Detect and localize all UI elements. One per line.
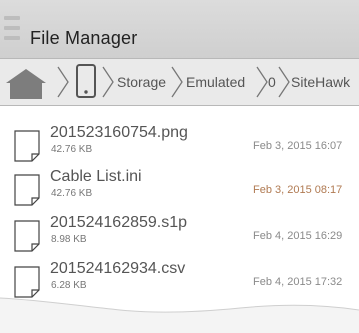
file-size: 8.98 KB [51, 234, 87, 245]
file-icon [14, 266, 40, 298]
file-manager-screen: File Manager Storage Emulated 0 SiteHawk [0, 0, 359, 333]
breadcrumb-item-storage[interactable]: Storage [117, 74, 166, 90]
file-icon [14, 220, 40, 252]
hamburger-menu-icon[interactable] [4, 16, 20, 46]
file-date: Feb 3, 2015 16:07 [253, 140, 343, 152]
phone-icon[interactable] [76, 64, 96, 98]
file-size: 6.28 KB [51, 280, 87, 291]
breadcrumb-item-emulated[interactable]: Emulated [186, 74, 245, 90]
chevron-separator-icon [256, 66, 268, 98]
file-name: 201524162859.s1p [50, 214, 188, 231]
file-name: 201524162934.csv [50, 260, 186, 277]
file-date: Feb 3, 2015 08:17 [253, 184, 343, 196]
breadcrumb-item-0[interactable]: 0 [268, 74, 276, 90]
title-bar: File Manager [0, 0, 359, 58]
chevron-separator-icon [278, 66, 290, 98]
chevron-separator-icon [171, 66, 183, 98]
file-row[interactable]: 201524162934.csv 6.28 KB Feb 4, 2015 17:… [0, 260, 359, 304]
file-name: Cable List.ini [50, 168, 142, 185]
file-icon [14, 130, 40, 162]
file-row[interactable]: 201523160754.png 42.76 KB Feb 3, 2015 16… [0, 124, 359, 168]
home-icon[interactable] [6, 69, 46, 99]
breadcrumb: Storage Emulated 0 SiteHawk [0, 58, 359, 106]
file-date: Feb 4, 2015 17:32 [253, 276, 343, 288]
breadcrumb-item-sitehawk[interactable]: SiteHawk [291, 74, 350, 90]
chevron-separator-icon [57, 66, 69, 98]
chevron-separator-icon [102, 66, 114, 98]
file-date: Feb 4, 2015 16:29 [253, 230, 343, 242]
file-name: 201523160754.png [50, 124, 188, 141]
app-title: File Manager [30, 28, 138, 48]
file-size: 42.76 KB [51, 188, 93, 199]
file-row[interactable]: Cable List.ini 42.76 KB Feb 3, 2015 08:1… [0, 168, 359, 212]
file-row[interactable]: 201524162859.s1p 8.98 KB Feb 4, 2015 16:… [0, 214, 359, 258]
file-size: 42.76 KB [51, 144, 93, 155]
file-icon [14, 174, 40, 206]
